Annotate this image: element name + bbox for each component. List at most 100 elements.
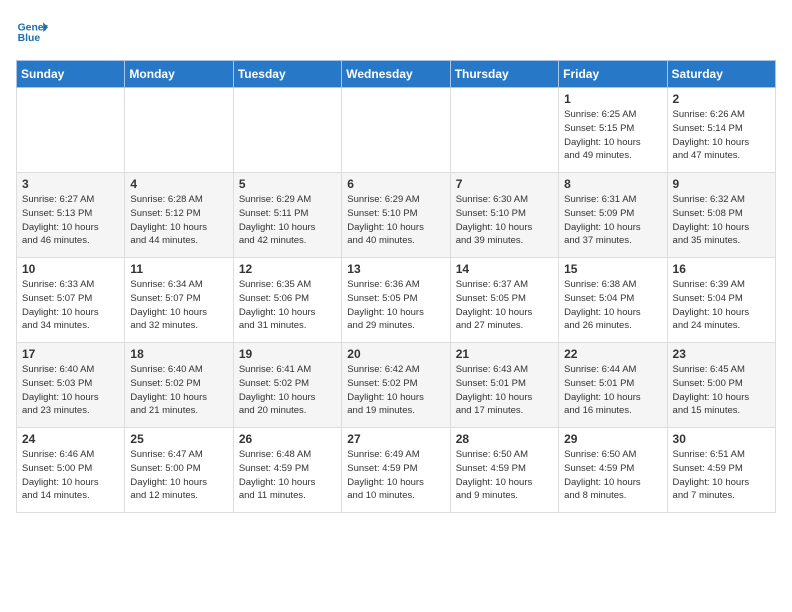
calendar-cell: 22 Sunrise: 6:44 AM Sunset: 5:01 PM Dayli…	[559, 343, 667, 428]
calendar-cell: 24 Sunrise: 6:46 AM Sunset: 5:00 PM Dayli…	[17, 428, 125, 513]
day-number: 6	[347, 177, 444, 191]
day-info: Sunrise: 6:31 AM Sunset: 5:09 PM Dayligh…	[564, 193, 661, 248]
day-number: 18	[130, 347, 227, 361]
day-info: Sunrise: 6:28 AM Sunset: 5:12 PM Dayligh…	[130, 193, 227, 248]
day-number: 20	[347, 347, 444, 361]
day-number: 3	[22, 177, 119, 191]
day-number: 17	[22, 347, 119, 361]
day-number: 27	[347, 432, 444, 446]
calendar-cell	[17, 88, 125, 173]
day-number: 5	[239, 177, 336, 191]
day-number: 10	[22, 262, 119, 276]
calendar-week-row: 10Sunrise: 6:33 AM Sunset: 5:07 PM Dayli…	[17, 258, 776, 343]
calendar-cell: 26 Sunrise: 6:48 AM Sunset: 4:59 PM Dayli…	[233, 428, 341, 513]
day-info: Sunrise: 6:40 AM Sunset: 5:02 PM Dayligh…	[130, 363, 227, 418]
day-info: Sunrise: 6:49 AM Sunset: 4:59 PM Dayligh…	[347, 448, 444, 503]
calendar-cell: 16 Sunrise: 6:39 AM Sunset: 5:04 PM Dayli…	[667, 258, 775, 343]
calendar-cell: 19 Sunrise: 6:41 AM Sunset: 5:02 PM Dayli…	[233, 343, 341, 428]
calendar-cell: 11 Sunrise: 6:34 AM Sunset: 5:07 PM Dayli…	[125, 258, 233, 343]
day-number: 15	[564, 262, 661, 276]
calendar-header-row: SundayMondayTuesdayWednesdayThursdayFrid…	[17, 61, 776, 88]
day-number: 16	[673, 262, 770, 276]
day-number: 2	[673, 92, 770, 106]
calendar-cell: 29 Sunrise: 6:50 AM Sunset: 4:59 PM Dayli…	[559, 428, 667, 513]
svg-text:Blue: Blue	[18, 33, 41, 44]
calendar-cell: 8 Sunrise: 6:31 AM Sunset: 5:09 PM Daylig…	[559, 173, 667, 258]
day-info: Sunrise: 6:25 AM Sunset: 5:15 PM Dayligh…	[564, 108, 661, 163]
calendar-cell: 6 Sunrise: 6:29 AM Sunset: 5:10 PM Daylig…	[342, 173, 450, 258]
day-number: 8	[564, 177, 661, 191]
day-info: Sunrise: 6:38 AM Sunset: 5:04 PM Dayligh…	[564, 278, 661, 333]
day-info: Sunrise: 6:43 AM Sunset: 5:01 PM Dayligh…	[456, 363, 553, 418]
calendar-cell: 28Sunrise: 6:50 AM Sunset: 4:59 PM Dayli…	[450, 428, 558, 513]
day-info: Sunrise: 6:51 AM Sunset: 4:59 PM Dayligh…	[673, 448, 770, 503]
calendar-cell: 1 Sunrise: 6:25 AM Sunset: 5:15 PM Daylig…	[559, 88, 667, 173]
calendar-cell: 14Sunrise: 6:37 AM Sunset: 5:05 PM Dayli…	[450, 258, 558, 343]
calendar-cell: 2 Sunrise: 6:26 AM Sunset: 5:14 PM Daylig…	[667, 88, 775, 173]
calendar-cell	[233, 88, 341, 173]
weekday-header: Thursday	[450, 61, 558, 88]
day-number: 25	[130, 432, 227, 446]
day-info: Sunrise: 6:30 AM Sunset: 5:10 PM Dayligh…	[456, 193, 553, 248]
calendar-cell: 23Sunrise: 6:45 AM Sunset: 5:00 PM Dayli…	[667, 343, 775, 428]
day-info: Sunrise: 6:27 AM Sunset: 5:13 PM Dayligh…	[22, 193, 119, 248]
calendar-cell: 21 Sunrise: 6:43 AM Sunset: 5:01 PM Dayli…	[450, 343, 558, 428]
day-info: Sunrise: 6:45 AM Sunset: 5:00 PM Dayligh…	[673, 363, 770, 418]
day-info: Sunrise: 6:40 AM Sunset: 5:03 PM Dayligh…	[22, 363, 119, 418]
day-number: 29	[564, 432, 661, 446]
calendar-cell: 4 Sunrise: 6:28 AM Sunset: 5:12 PM Daylig…	[125, 173, 233, 258]
day-info: Sunrise: 6:48 AM Sunset: 4:59 PM Dayligh…	[239, 448, 336, 503]
calendar-cell: 17 Sunrise: 6:40 AM Sunset: 5:03 PM Dayli…	[17, 343, 125, 428]
logo: General Blue	[16, 16, 48, 48]
calendar-table: SundayMondayTuesdayWednesdayThursdayFrid…	[16, 60, 776, 513]
day-number: 19	[239, 347, 336, 361]
day-number: 24	[22, 432, 119, 446]
day-info: Sunrise: 6:34 AM Sunset: 5:07 PM Dayligh…	[130, 278, 227, 333]
weekday-header: Tuesday	[233, 61, 341, 88]
calendar-cell: 9 Sunrise: 6:32 AM Sunset: 5:08 PM Daylig…	[667, 173, 775, 258]
calendar-cell: 7Sunrise: 6:30 AM Sunset: 5:10 PM Daylig…	[450, 173, 558, 258]
day-number: 4	[130, 177, 227, 191]
weekday-header: Monday	[125, 61, 233, 88]
calendar-week-row: 24 Sunrise: 6:46 AM Sunset: 5:00 PM Dayli…	[17, 428, 776, 513]
calendar-cell: 5 Sunrise: 6:29 AM Sunset: 5:11 PM Daylig…	[233, 173, 341, 258]
day-info: Sunrise: 6:46 AM Sunset: 5:00 PM Dayligh…	[22, 448, 119, 503]
day-info: Sunrise: 6:41 AM Sunset: 5:02 PM Dayligh…	[239, 363, 336, 418]
weekday-header: Wednesday	[342, 61, 450, 88]
weekday-header: Sunday	[17, 61, 125, 88]
calendar-cell: 3 Sunrise: 6:27 AM Sunset: 5:13 PM Daylig…	[17, 173, 125, 258]
day-number: 9	[673, 177, 770, 191]
day-number: 26	[239, 432, 336, 446]
calendar-cell: 25 Sunrise: 6:47 AM Sunset: 5:00 PM Dayli…	[125, 428, 233, 513]
calendar-cell: 30 Sunrise: 6:51 AM Sunset: 4:59 PM Dayli…	[667, 428, 775, 513]
day-info: Sunrise: 6:39 AM Sunset: 5:04 PM Dayligh…	[673, 278, 770, 333]
day-info: Sunrise: 6:29 AM Sunset: 5:11 PM Dayligh…	[239, 193, 336, 248]
day-number: 21	[456, 347, 553, 361]
calendar-week-row: 3 Sunrise: 6:27 AM Sunset: 5:13 PM Daylig…	[17, 173, 776, 258]
calendar-cell: 15 Sunrise: 6:38 AM Sunset: 5:04 PM Dayli…	[559, 258, 667, 343]
day-info: Sunrise: 6:32 AM Sunset: 5:08 PM Dayligh…	[673, 193, 770, 248]
day-number: 12	[239, 262, 336, 276]
day-number: 13	[347, 262, 444, 276]
day-number: 1	[564, 92, 661, 106]
day-number: 22	[564, 347, 661, 361]
day-number: 30	[673, 432, 770, 446]
calendar-cell: 27 Sunrise: 6:49 AM Sunset: 4:59 PM Dayli…	[342, 428, 450, 513]
logo-icon: General Blue	[16, 16, 48, 48]
day-info: Sunrise: 6:44 AM Sunset: 5:01 PM Dayligh…	[564, 363, 661, 418]
day-info: Sunrise: 6:26 AM Sunset: 5:14 PM Dayligh…	[673, 108, 770, 163]
calendar-cell: 13 Sunrise: 6:36 AM Sunset: 5:05 PM Dayli…	[342, 258, 450, 343]
calendar-cell: 20 Sunrise: 6:42 AM Sunset: 5:02 PM Dayli…	[342, 343, 450, 428]
calendar-cell	[125, 88, 233, 173]
day-info: Sunrise: 6:47 AM Sunset: 5:00 PM Dayligh…	[130, 448, 227, 503]
day-number: 11	[130, 262, 227, 276]
day-info: Sunrise: 6:37 AM Sunset: 5:05 PM Dayligh…	[456, 278, 553, 333]
calendar-cell: 18 Sunrise: 6:40 AM Sunset: 5:02 PM Dayli…	[125, 343, 233, 428]
page-header: General Blue	[16, 16, 776, 48]
weekday-header: Friday	[559, 61, 667, 88]
calendar-week-row: 17 Sunrise: 6:40 AM Sunset: 5:03 PM Dayli…	[17, 343, 776, 428]
day-info: Sunrise: 6:50 AM Sunset: 4:59 PM Dayligh…	[564, 448, 661, 503]
day-info: Sunrise: 6:42 AM Sunset: 5:02 PM Dayligh…	[347, 363, 444, 418]
day-info: Sunrise: 6:36 AM Sunset: 5:05 PM Dayligh…	[347, 278, 444, 333]
day-info: Sunrise: 6:29 AM Sunset: 5:10 PM Dayligh…	[347, 193, 444, 248]
